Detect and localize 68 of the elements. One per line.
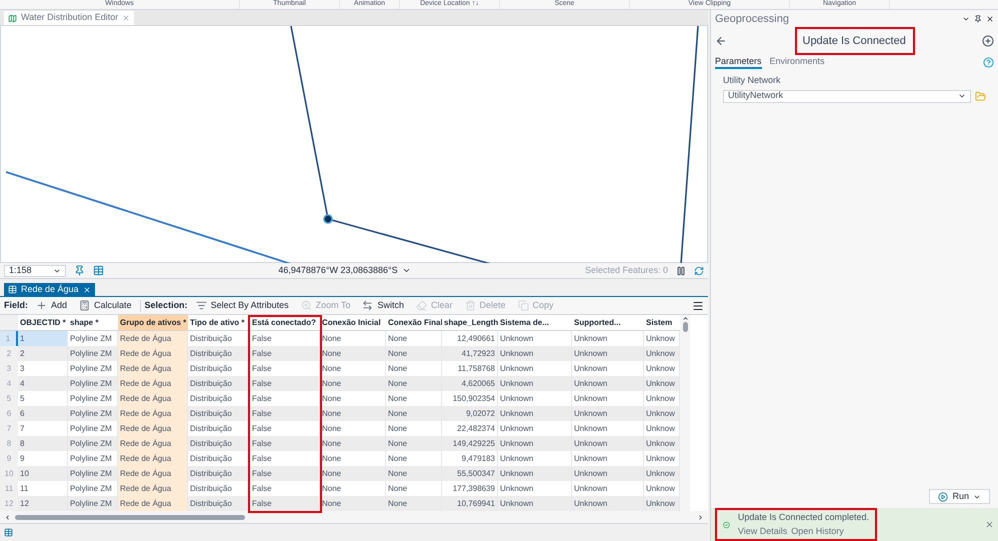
toolbar-button[interactable]: Switch (358, 298, 408, 314)
success-icon (723, 520, 730, 530)
panel-title: Geoprocessing (715, 12, 789, 27)
map-icon (8, 14, 17, 22)
table-cell: Rede de Água (118, 436, 188, 451)
refresh-icon[interactable] (694, 266, 704, 276)
pin-icon[interactable] (974, 15, 982, 23)
horizontal-scrollbar[interactable] (0, 511, 708, 523)
vertical-scrollbar[interactable] (680, 315, 690, 511)
table-cell: Rede de Água (118, 361, 188, 376)
tool-icon (36, 300, 47, 311)
panel-tab[interactable]: Parameters (715, 55, 762, 69)
selected-features-text: Selected Features: 0 (584, 264, 668, 277)
table-cell: Rede de Água (118, 466, 188, 481)
panel-tab[interactable]: Environments (770, 55, 825, 69)
scale-field[interactable]: 1:158 (4, 264, 66, 276)
menu-icon[interactable] (692, 300, 704, 312)
tool-icon (416, 300, 427, 311)
play-icon (938, 492, 948, 502)
tool-icon (196, 300, 207, 311)
table-cell: 1 (18, 331, 68, 346)
add-icon[interactable] (982, 35, 994, 47)
tool-icon (362, 300, 374, 311)
tool-icon (79, 300, 90, 311)
table-cell: Rede de Água (118, 346, 188, 361)
table-cell: False (250, 496, 320, 511)
notification-link[interactable]: View Details (738, 524, 788, 538)
map-tool-icon[interactable] (74, 265, 85, 276)
close-icon[interactable] (986, 15, 994, 23)
dropdown-icon[interactable] (962, 15, 970, 23)
tool-icon (464, 300, 476, 311)
coordinates-text: 46,9478876°W 23,0863886°S (278, 264, 398, 277)
field-label: Field: (4, 298, 28, 312)
tool-icon (300, 300, 312, 311)
utility-network-select[interactable]: UtilityNetwork (723, 90, 971, 102)
table-icon (8, 285, 17, 294)
toolbar-button[interactable]: Calculate (75, 298, 136, 314)
scroll-right-icon[interactable] (697, 514, 704, 520)
map-tab[interactable]: Water Distribution Editor (4, 11, 134, 25)
map-tool-icon[interactable] (93, 265, 104, 276)
toolbar-button[interactable]: Select By Attributes (192, 298, 293, 314)
table-cell: Rede de Água (118, 376, 188, 391)
table-icon[interactable] (4, 528, 13, 537)
table-cell: Rede de Água (118, 481, 188, 496)
toolbar-button[interactable]: Add (32, 298, 72, 314)
table-tab[interactable]: Rede de Água (4, 283, 95, 296)
tool-title: Update Is Connected (794, 26, 914, 56)
scroll-thumb[interactable] (682, 322, 688, 332)
pause-icon[interactable] (676, 266, 686, 276)
notification-message: Update Is Connected completed. (738, 511, 869, 524)
tool-icon (518, 300, 529, 311)
dropdown-icon[interactable] (402, 266, 411, 275)
table-cell: Rede de Água (118, 391, 188, 406)
back-icon[interactable] (715, 35, 727, 47)
table-cell: Rede de Água (118, 496, 188, 511)
table-cell: Rede de Água (118, 331, 188, 346)
table-cell: Rede de Água (118, 451, 188, 466)
parameter-label: Utility Network (723, 74, 782, 87)
scroll-thumb[interactable] (15, 514, 245, 520)
table-cell: Rede de Água (118, 421, 188, 436)
selection-label: Selection: (144, 298, 188, 312)
dropdown-icon (958, 92, 966, 100)
run-button[interactable]: Run (929, 489, 990, 504)
scroll-left-icon[interactable] (4, 514, 11, 520)
scroll-up-icon[interactable] (682, 315, 688, 322)
notification-link[interactable]: Open History (791, 524, 844, 538)
column-header[interactable]: Grupo de ativos * (118, 315, 188, 330)
table-cell: Rede de Água (118, 406, 188, 421)
